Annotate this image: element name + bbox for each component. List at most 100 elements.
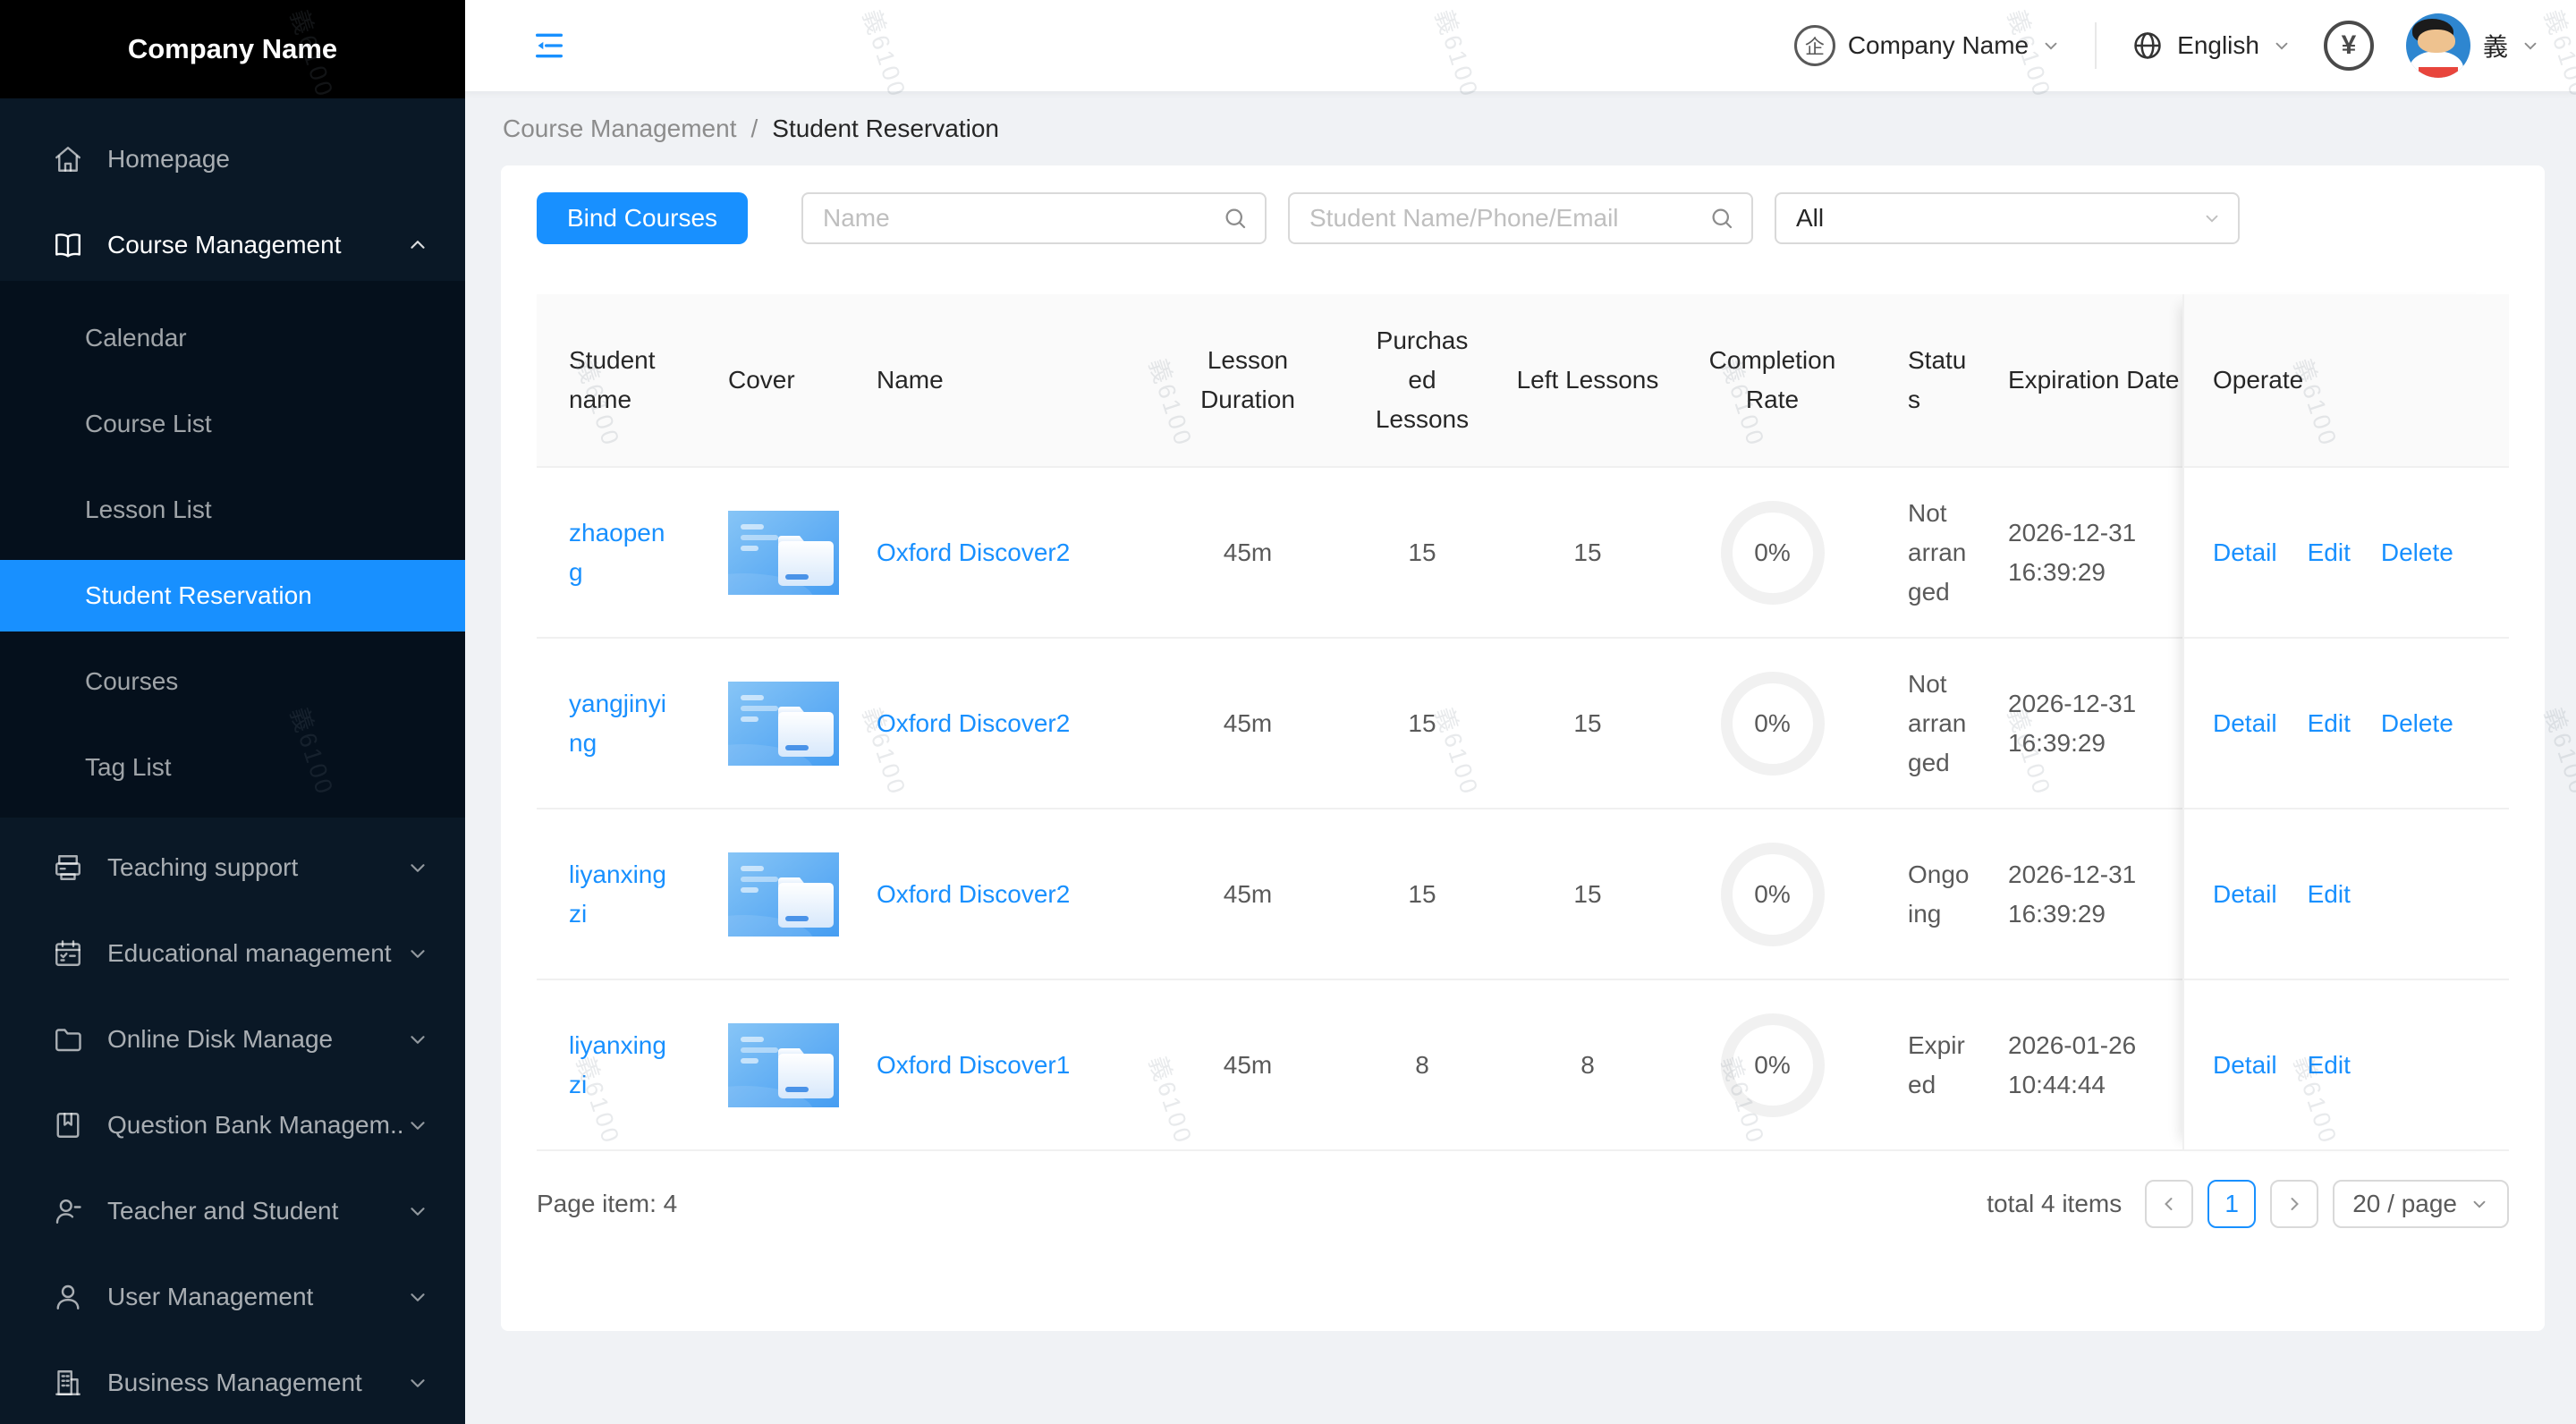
page-1-button[interactable]: 1 [2207, 1180, 2256, 1228]
user-icon [52, 1281, 84, 1313]
company-switcher-label: Company Name [1848, 31, 2029, 60]
status-cell: Not arranged [1879, 665, 1997, 783]
course-name-link[interactable]: Oxford Discover1 [877, 1051, 1070, 1079]
student-name-cell: zhaopeng [537, 513, 707, 592]
purchased-lessons-cell: 8 [1335, 1046, 1510, 1085]
prev-page-button[interactable] [2145, 1180, 2193, 1228]
sidebar-item-label: Business Management [107, 1369, 406, 1397]
content-card: Bind Courses All Student nam [501, 165, 2545, 1331]
course-cover-image [728, 1023, 852, 1107]
currency-yen-icon[interactable]: ¥ [2324, 21, 2374, 71]
sidebar-item-student-reservation[interactable]: Student Reservation [0, 560, 465, 631]
chevron-down-icon [406, 1371, 429, 1394]
bind-courses-button[interactable]: Bind Courses [537, 192, 748, 244]
sidebar-item-lesson-list[interactable]: Lesson List [0, 474, 465, 546]
sidebar-menu: Homepage Course Management Calendar Course … [0, 98, 465, 1419]
edit-link[interactable]: Edit [2308, 880, 2351, 909]
course-name-search [801, 192, 1267, 244]
sidebar-item-label: Question Bank Managem... [107, 1111, 406, 1140]
course-cover-image [728, 682, 852, 766]
next-page-button[interactable] [2270, 1180, 2318, 1228]
left-lessons-cell: 8 [1510, 1046, 1665, 1085]
sidebar-item-business-management[interactable]: Business Management [0, 1347, 465, 1419]
detail-link[interactable]: Detail [2213, 538, 2277, 567]
top-header: 企 Company Name English ¥ [465, 0, 2576, 91]
sidebar-item-teacher-and-student[interactable]: Teacher and Student [0, 1175, 465, 1247]
purchased-lessons-cell: 15 [1335, 704, 1510, 743]
student-name-link[interactable]: zhaopeng [569, 519, 665, 586]
user-menu[interactable]: 義 [2406, 13, 2540, 78]
sidebar-item-educational-management[interactable]: Educational management [0, 918, 465, 989]
detail-link[interactable]: Detail [2213, 1051, 2277, 1080]
sidebar-submenu: Calendar Course List Lesson List Student Re… [0, 281, 465, 818]
detail-link[interactable]: Detail [2213, 709, 2277, 738]
purchased-lessons-cell: 15 [1335, 533, 1510, 572]
breadcrumb-student-reservation: Student Reservation [772, 114, 999, 143]
left-lessons-cell: 15 [1510, 704, 1665, 743]
sidebar-item-label: Teacher and Student [107, 1197, 406, 1225]
column-header-operate: Operate [2182, 294, 2509, 468]
lesson-duration-cell: 45m [1161, 875, 1335, 914]
sidebar-item-label: Teaching support [107, 853, 406, 882]
breadcrumb-course-management[interactable]: Course Management [503, 114, 736, 143]
sidebar-item-homepage[interactable]: Homepage [0, 123, 465, 195]
sidebar-item-tag-list[interactable]: Tag List [0, 732, 465, 803]
course-name-link[interactable]: Oxford Discover2 [877, 880, 1070, 908]
sidebar-item-label: User Management [107, 1283, 406, 1311]
column-header-left-lessons: Left Lessons [1510, 360, 1665, 400]
student-name-link[interactable]: yangjinying [569, 690, 666, 757]
edit-link[interactable]: Edit [2308, 709, 2351, 738]
sidebar-item-calendar[interactable]: Calendar [0, 302, 465, 374]
language-switcher[interactable]: English [2131, 29, 2292, 63]
sidebar-item-user-management[interactable]: User Management [0, 1261, 465, 1333]
column-header-status: Status [1879, 341, 1997, 420]
sidebar-item-course-management[interactable]: Course Management [0, 209, 465, 281]
student-name-link[interactable]: liyanxingzi [569, 860, 666, 928]
sidebar-item-courses[interactable]: Courses [0, 646, 465, 717]
sidebar-item-course-list[interactable]: Course List [0, 388, 465, 460]
operate-cell: Detail Edit Delete [2182, 639, 2509, 809]
column-header-student-name: Student name [537, 341, 707, 420]
cover-cell [707, 1023, 852, 1107]
lesson-duration-cell: 45m [1161, 704, 1335, 743]
course-name-cell: Oxford Discover2 [852, 704, 1161, 743]
student-name-link[interactable]: liyanxingzi [569, 1031, 666, 1098]
search-icon[interactable] [1708, 205, 1735, 232]
sidebar-item-question-bank-managem[interactable]: Question Bank Managem... [0, 1089, 465, 1161]
teacher-student-icon [52, 1195, 84, 1227]
status-cell: Not arranged [1879, 494, 1997, 612]
menu-fold-icon[interactable] [531, 28, 567, 64]
sidebar: Company Name HomepageCourse ManagementCa… [0, 0, 465, 1424]
company-switcher[interactable]: 企 Company Name [1794, 25, 2061, 66]
operate-fixed-column: OperateDetailEditDeleteDetailEditDeleteD… [2182, 294, 2509, 1151]
completion-rate-cell: 0% [1665, 843, 1879, 946]
course-cover-image [728, 511, 852, 595]
column-header-lesson-duration: Lesson Duration [1161, 341, 1335, 420]
sidebar-item-online-disk-manage[interactable]: Online Disk Manage [0, 1004, 465, 1075]
page-size-select[interactable]: 20 / page [2333, 1180, 2509, 1228]
completion-rate-cell: 0% [1665, 672, 1879, 776]
search-icon[interactable] [1222, 205, 1249, 232]
course-name-link[interactable]: Oxford Discover2 [877, 709, 1070, 737]
header-divider [2095, 22, 2097, 69]
delete-link[interactable]: Delete [2381, 538, 2453, 567]
course-name-input[interactable] [823, 204, 1222, 233]
column-header-cover: Cover [707, 360, 852, 400]
student-name-cell: yangjinying [537, 684, 707, 763]
language-label: English [2177, 31, 2259, 60]
edit-link[interactable]: Edit [2308, 1051, 2351, 1080]
detail-link[interactable]: Detail [2213, 880, 2277, 909]
course-name-link[interactable]: Oxford Discover2 [877, 538, 1070, 566]
chevron-down-icon [2521, 36, 2540, 55]
operate-cell: Detail Edit [2182, 980, 2509, 1151]
delete-link[interactable]: Delete [2381, 709, 2453, 738]
completion-progress-circle: 0% [1721, 501, 1825, 605]
cover-cell [707, 511, 852, 595]
status-filter-select[interactable]: All [1775, 192, 2240, 244]
edit-link[interactable]: Edit [2308, 538, 2351, 567]
user-avatar [2406, 13, 2470, 78]
company-icon: 企 [1794, 25, 1835, 66]
sidebar-item-teaching-support[interactable]: Teaching support [0, 832, 465, 903]
reservation-table: Student nameCoverNameLesson DurationPurc… [537, 294, 2509, 1151]
student-search-input[interactable] [1309, 204, 1708, 233]
